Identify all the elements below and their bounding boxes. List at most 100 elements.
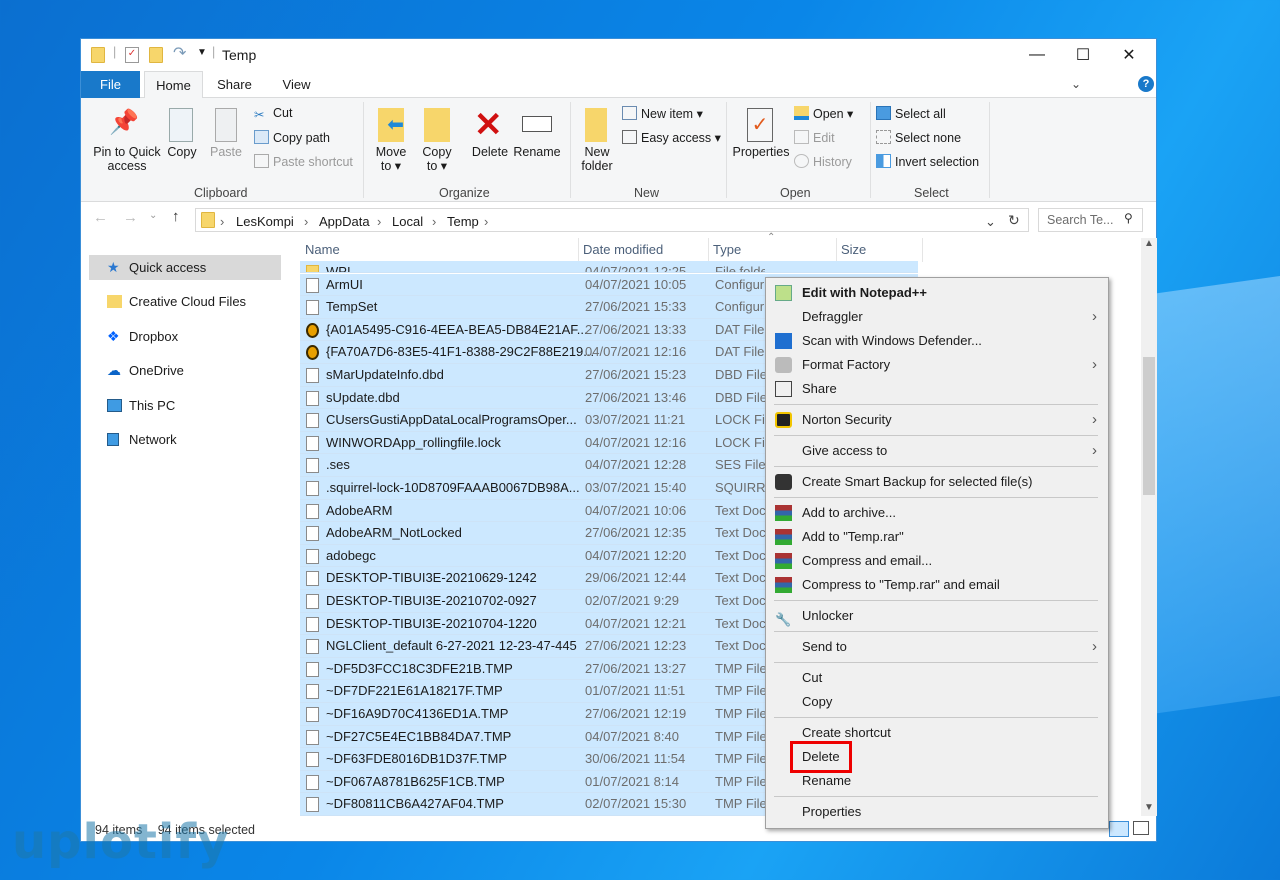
close-button[interactable]: ✕ bbox=[1106, 39, 1152, 71]
paste-shortcut-button[interactable]: Paste shortcut bbox=[254, 154, 353, 169]
menu-item-unlocker[interactable]: 🔧 Unlocker bbox=[766, 604, 1108, 628]
history-button[interactable]: History bbox=[794, 154, 852, 169]
nav-dropbox[interactable]: ❖ Dropbox bbox=[89, 324, 281, 349]
file-file-icon bbox=[306, 571, 319, 587]
customize-qa-icon[interactable]: ▼ bbox=[197, 47, 207, 58]
column-headers: Name Date modified Type ⌃ Size bbox=[301, 232, 1141, 262]
menu-item-copy[interactable]: Copy bbox=[766, 690, 1108, 714]
breadcrumb-appdata[interactable]: AppData bbox=[319, 214, 370, 229]
easy-access-button[interactable]: Easy access ▾ bbox=[622, 130, 721, 145]
edit-icon bbox=[794, 130, 809, 144]
menu-item-norton-security[interactable]: Norton Security › bbox=[766, 408, 1108, 432]
file-file-icon bbox=[306, 481, 319, 496]
invert-selection-button[interactable]: Invert selection bbox=[876, 154, 979, 169]
file-file-icon bbox=[306, 413, 319, 429]
minimize-button[interactable]: — bbox=[1014, 39, 1060, 71]
scroll-down-icon[interactable]: ▼ bbox=[1144, 802, 1154, 813]
breadcrumb-separator: › bbox=[220, 214, 225, 229]
breadcrumb-leskompi[interactable]: LesKompi bbox=[236, 214, 294, 229]
menu-item-compress-and-email[interactable]: Compress and email... bbox=[766, 549, 1108, 573]
nav-this-pc[interactable]: This PC bbox=[89, 393, 281, 418]
menu-item-add-to-temp-rar[interactable]: Add to "Temp.rar" bbox=[766, 525, 1108, 549]
paste-button[interactable]: Paste bbox=[208, 145, 244, 159]
tab-home[interactable]: Home bbox=[144, 71, 203, 99]
cut-label: Cut bbox=[273, 106, 293, 120]
menu-item-share[interactable]: Share bbox=[766, 377, 1108, 401]
large-icons-view-icon[interactable] bbox=[1133, 821, 1149, 835]
move-to-button[interactable]: Move to ▾ bbox=[371, 145, 411, 173]
properties-qa-icon[interactable]: ✓ bbox=[125, 47, 139, 63]
new-item-button[interactable]: New item ▾ bbox=[622, 106, 703, 121]
select-all-button[interactable]: Select all bbox=[876, 106, 946, 121]
scrollbar-thumb[interactable] bbox=[1143, 357, 1155, 495]
delete-ribbon-button[interactable]: Delete bbox=[467, 145, 513, 159]
menu-item-defraggler[interactable]: Defraggler › bbox=[766, 305, 1108, 329]
menu-item-properties[interactable]: Properties bbox=[766, 800, 1108, 824]
file-name: sMarUpdateInfo.dbd bbox=[326, 367, 444, 382]
nav-network[interactable]: Network bbox=[89, 427, 281, 452]
menu-item-send-to[interactable]: Send to › bbox=[766, 635, 1108, 659]
menu-item-label: Edit with Notepad++ bbox=[802, 285, 927, 300]
vertical-scrollbar[interactable]: ▲ ▼ bbox=[1141, 238, 1157, 816]
nav-label: This PC bbox=[129, 398, 176, 413]
nav-creative-cloud-files[interactable]: Creative Cloud Files bbox=[89, 289, 281, 314]
nav-quick-access[interactable]: ★ Quick access bbox=[89, 255, 281, 280]
menu-item-label: Send to bbox=[802, 639, 847, 654]
details-view-icon[interactable] bbox=[1109, 821, 1129, 837]
file-date: 03/07/2021 11:21 bbox=[585, 412, 686, 428]
group-divider bbox=[726, 102, 727, 198]
file-date: 01/07/2021 11:51 bbox=[585, 683, 686, 699]
back-icon[interactable]: ← bbox=[93, 209, 108, 226]
maximize-button[interactable]: ☐ bbox=[1060, 39, 1106, 71]
new-folder-qa-icon[interactable] bbox=[149, 47, 163, 63]
scroll-up-icon[interactable]: ▲ bbox=[1144, 238, 1154, 249]
recent-locations-icon[interactable]: ⌄ bbox=[149, 210, 157, 221]
cut-button[interactable]: ✂ Cut bbox=[254, 106, 293, 122]
file-row[interactable]: WPI 04/07/2021 12:25 File folder bbox=[300, 261, 918, 273]
copy-button[interactable]: Copy bbox=[163, 145, 201, 159]
pin-to-quick-access-button[interactable]: Pin to Quick access bbox=[87, 145, 167, 173]
menu-item-label: Unlocker bbox=[802, 608, 854, 623]
open-button[interactable]: Open ▾ bbox=[794, 106, 853, 121]
menu-item-create-smart-backup-for-selected-file-s[interactable]: Create Smart Backup for selected file(s) bbox=[766, 470, 1108, 494]
menu-item-give-access-to[interactable]: Give access to › bbox=[766, 439, 1108, 463]
breadcrumb-temp[interactable]: Temp bbox=[447, 214, 479, 229]
refresh-icon[interactable]: ↻ bbox=[1008, 212, 1020, 229]
breadcrumb-local[interactable]: Local bbox=[392, 214, 423, 229]
file-name: AdobeARM_NotLocked bbox=[326, 525, 462, 541]
copy-to-button[interactable]: Copy to ▾ bbox=[417, 145, 457, 173]
tab-file[interactable]: File bbox=[81, 71, 140, 98]
up-icon[interactable]: ↑ bbox=[172, 208, 180, 225]
menu-item-edit-with-notepad[interactable]: Edit with Notepad++ bbox=[766, 281, 1108, 305]
notepad-icon bbox=[775, 285, 792, 301]
folder-icon bbox=[91, 47, 105, 63]
menu-item-format-factory[interactable]: Format Factory › bbox=[766, 353, 1108, 377]
properties-ribbon-button[interactable]: Properties bbox=[731, 145, 791, 159]
menu-item-compress-to-temp-rar-and-email[interactable]: Compress to "Temp.rar" and email bbox=[766, 573, 1108, 597]
menu-item-scan-with-windows-defender[interactable]: Scan with Windows Defender... bbox=[766, 329, 1108, 353]
menu-item-add-to-archive[interactable]: Add to archive... bbox=[766, 501, 1108, 525]
column-date-modified[interactable]: Date modified bbox=[579, 238, 709, 262]
nav-onedrive[interactable]: ☁ OneDrive bbox=[89, 358, 281, 383]
paste-icon bbox=[215, 108, 237, 142]
address-bar[interactable]: › LesKompi › AppData › Local › Temp › ⌄ … bbox=[195, 208, 1029, 232]
new-folder-button[interactable]: New folder bbox=[575, 145, 619, 173]
tab-share[interactable]: Share bbox=[207, 71, 262, 98]
menu-item-cut[interactable]: Cut bbox=[766, 666, 1108, 690]
copy-path-button[interactable]: Copy path bbox=[254, 130, 330, 145]
rename-button[interactable]: Rename bbox=[513, 145, 561, 159]
redo-icon[interactable]: ↷ bbox=[173, 43, 186, 63]
address-dropdown-icon[interactable]: ⌄ bbox=[985, 214, 996, 230]
edit-button[interactable]: Edit bbox=[794, 130, 835, 145]
help-icon[interactable]: ? bbox=[1138, 76, 1154, 92]
forward-icon[interactable]: → bbox=[123, 209, 138, 226]
select-none-button[interactable]: Select none bbox=[876, 130, 961, 145]
tab-view[interactable]: View bbox=[269, 71, 324, 98]
file-date: 04/07/2021 12:25 bbox=[585, 264, 687, 273]
rename-icon bbox=[522, 116, 552, 132]
column-name[interactable]: Name bbox=[301, 238, 579, 262]
expand-ribbon-icon[interactable]: ⌄ bbox=[1071, 77, 1081, 91]
file-type: TMP File bbox=[715, 751, 765, 767]
menu-separator bbox=[774, 435, 1098, 436]
column-size[interactable]: Size bbox=[837, 238, 923, 262]
